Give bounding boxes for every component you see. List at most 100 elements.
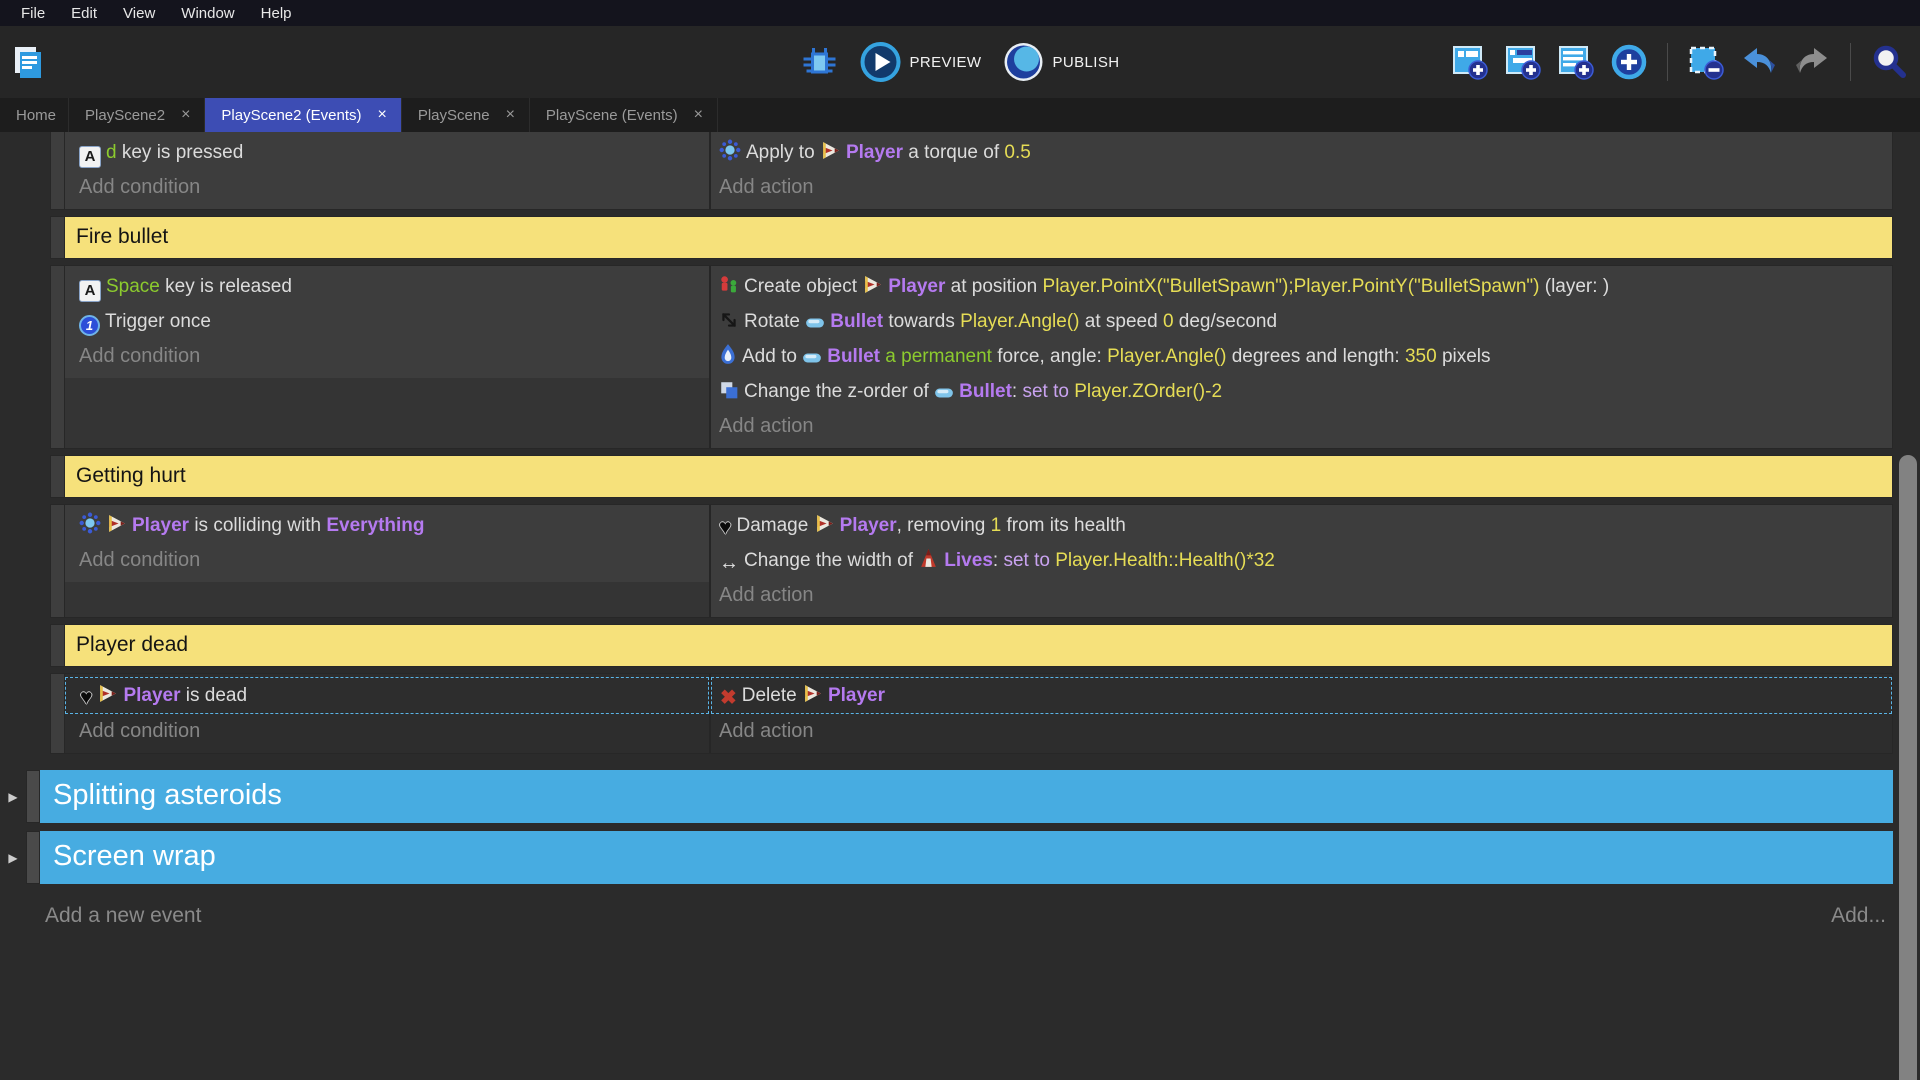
collapse-arrow-icon[interactable]: ▶ (0, 831, 26, 884)
add-action-button[interactable]: Add action (711, 578, 1892, 615)
condition-line[interactable]: ♥Player is dead (65, 677, 709, 714)
text-segment: Rotate (744, 311, 805, 332)
action-line[interactable]: Change the z-order of Bullet: set to Pla… (711, 374, 1892, 409)
text-segment: (layer: ) (1539, 276, 1609, 297)
text-segment: Space (106, 276, 160, 297)
add-sub-event-icon[interactable] (1504, 43, 1542, 81)
event-columns: ♥Player is deadAdd condition✖Delete Play… (65, 674, 1892, 753)
actions-cell: Create object Player at position Player.… (711, 266, 1892, 448)
text-segment: from its health (1001, 515, 1126, 536)
conditions-column: Ad key is pressedAdd condition (65, 132, 711, 209)
actions-cell: ♥Damage Player, removing 1 from its heal… (711, 505, 1892, 617)
add-action-button[interactable]: Add action (711, 714, 1892, 751)
event-drag-handle[interactable] (51, 456, 65, 497)
tab-label: PlayScene2 (Events) (221, 107, 361, 124)
event-drag-handle[interactable] (51, 266, 65, 448)
comment-row: Getting hurt (50, 455, 1893, 498)
scrollbar-thumb[interactable] (1899, 455, 1917, 1080)
add-action-button[interactable]: Add action (711, 170, 1892, 207)
text-segment: d (106, 142, 117, 163)
event-drag-handle[interactable] (51, 674, 65, 753)
menu-item-window[interactable]: Window (168, 5, 247, 22)
tab-playscene2-events[interactable]: PlayScene2 (Events) × (205, 98, 401, 132)
menu-item-file[interactable]: File (8, 5, 58, 22)
action-line[interactable]: ✖Delete Player (711, 677, 1892, 714)
menu-item-help[interactable]: Help (248, 5, 305, 22)
action-line[interactable]: Apply to Player a torque of 0.5 (711, 135, 1892, 170)
add-condition-button[interactable]: Add condition (65, 170, 709, 207)
text-segment: Player.PointX("BulletSpawn");Player.Poin… (1043, 276, 1540, 297)
condition-line[interactable]: ASpace key is released (65, 269, 709, 304)
group-title[interactable]: Splitting asteroids (40, 770, 1893, 823)
preview-label: PREVIEW (910, 54, 982, 71)
text-segment: Bullet (959, 381, 1012, 402)
add-more-button[interactable]: Add... (1831, 904, 1886, 928)
text-segment: Change the width of (744, 550, 918, 571)
comment-text[interactable]: Fire bullet (65, 217, 1892, 258)
action-line[interactable]: Rotate Bullet towards Player.Angle() at … (711, 304, 1892, 339)
debugger-icon[interactable] (801, 43, 839, 81)
preview-button[interactable]: PREVIEW (861, 42, 982, 82)
action-line[interactable]: Create object Player at position Player.… (711, 269, 1892, 304)
tab-home[interactable]: Home (0, 98, 69, 132)
event-drag-handle[interactable] (51, 132, 65, 209)
add-comment-icon[interactable] (1557, 43, 1595, 81)
text-segment: Player (846, 142, 903, 163)
tab-close-icon[interactable]: × (376, 107, 389, 123)
tab-close-icon[interactable]: × (504, 107, 517, 123)
toolbar-separator (1850, 43, 1851, 81)
publish-button[interactable]: PUBLISH (1003, 42, 1119, 82)
menu-item-view[interactable]: View (110, 5, 168, 22)
add-new-event-button[interactable]: Add a new event (45, 904, 201, 928)
condition-line[interactable]: Player is colliding with Everything (65, 508, 709, 543)
width-icon: ↔ (719, 553, 739, 573)
event-drag-handle[interactable] (51, 505, 65, 617)
tab-close-icon[interactable]: × (692, 107, 705, 123)
event-drag-handle[interactable] (51, 217, 65, 258)
group-title[interactable]: Screen wrap (40, 831, 1893, 884)
project-manager-icon[interactable] (10, 43, 46, 81)
condition-line[interactable]: Ad key is pressed (65, 135, 709, 170)
text-segment: is colliding with (189, 515, 326, 536)
text-segment: Player.Health::Health()*32 (1055, 550, 1275, 571)
tab-bar: HomePlayScene2×PlayScene2 (Events)×PlayS… (0, 98, 1920, 132)
event-group-row: ▶ Splitting asteroids (0, 770, 1893, 823)
text-segment: Player.ZOrder()-2 (1074, 381, 1222, 402)
undo-icon[interactable] (1740, 43, 1778, 81)
add-circle-icon[interactable] (1610, 43, 1648, 81)
physics-icon (79, 512, 101, 534)
action-line[interactable]: ♥Damage Player, removing 1 from its heal… (711, 508, 1892, 543)
heart-icon: ♥ (719, 517, 731, 538)
event-drag-handle[interactable] (51, 625, 65, 666)
add-action-button[interactable]: Add action (711, 409, 1892, 446)
search-icon[interactable] (1870, 43, 1908, 81)
zorder-icon (719, 380, 739, 400)
text-segment: deg/second (1174, 311, 1278, 332)
add-condition-button[interactable]: Add condition (65, 339, 709, 376)
collapse-arrow-icon[interactable]: ▶ (0, 770, 26, 823)
tab-playscene[interactable]: PlayScene× (402, 98, 530, 132)
condition-line[interactable]: 1Trigger once (65, 304, 709, 339)
delete-selection-icon[interactable] (1687, 43, 1725, 81)
text-segment: , removing (897, 515, 991, 536)
group-drag-handle[interactable] (26, 831, 40, 884)
menu-item-edit[interactable]: Edit (58, 5, 110, 22)
actions-column: ✖Delete PlayerAdd action (711, 674, 1892, 753)
action-line[interactable]: Add to Bullet a permanent force, angle: … (711, 339, 1892, 374)
comment-text[interactable]: Player dead (65, 625, 1892, 666)
add-condition-button[interactable]: Add condition (65, 714, 709, 751)
tab-close-icon[interactable]: × (179, 107, 192, 123)
action-line[interactable]: ↔Change the width of Lives: set to Playe… (711, 543, 1892, 578)
event-row: ASpace key is released1Trigger onceAdd c… (50, 265, 1893, 449)
comment-row: Fire bullet (50, 216, 1893, 259)
comment-text[interactable]: Getting hurt (65, 456, 1892, 497)
add-condition-button[interactable]: Add condition (65, 543, 709, 580)
tab-playscene2[interactable]: PlayScene2× (69, 98, 205, 132)
publish-label: PUBLISH (1052, 54, 1119, 71)
conditions-column: Player is colliding with EverythingAdd c… (65, 505, 711, 617)
group-drag-handle[interactable] (26, 770, 40, 823)
redo-icon[interactable] (1793, 43, 1831, 81)
tab-playscene-events[interactable]: PlayScene (Events)× (530, 98, 718, 132)
add-event-icon[interactable] (1451, 43, 1489, 81)
conditions-column: ASpace key is released1Trigger onceAdd c… (65, 266, 711, 448)
